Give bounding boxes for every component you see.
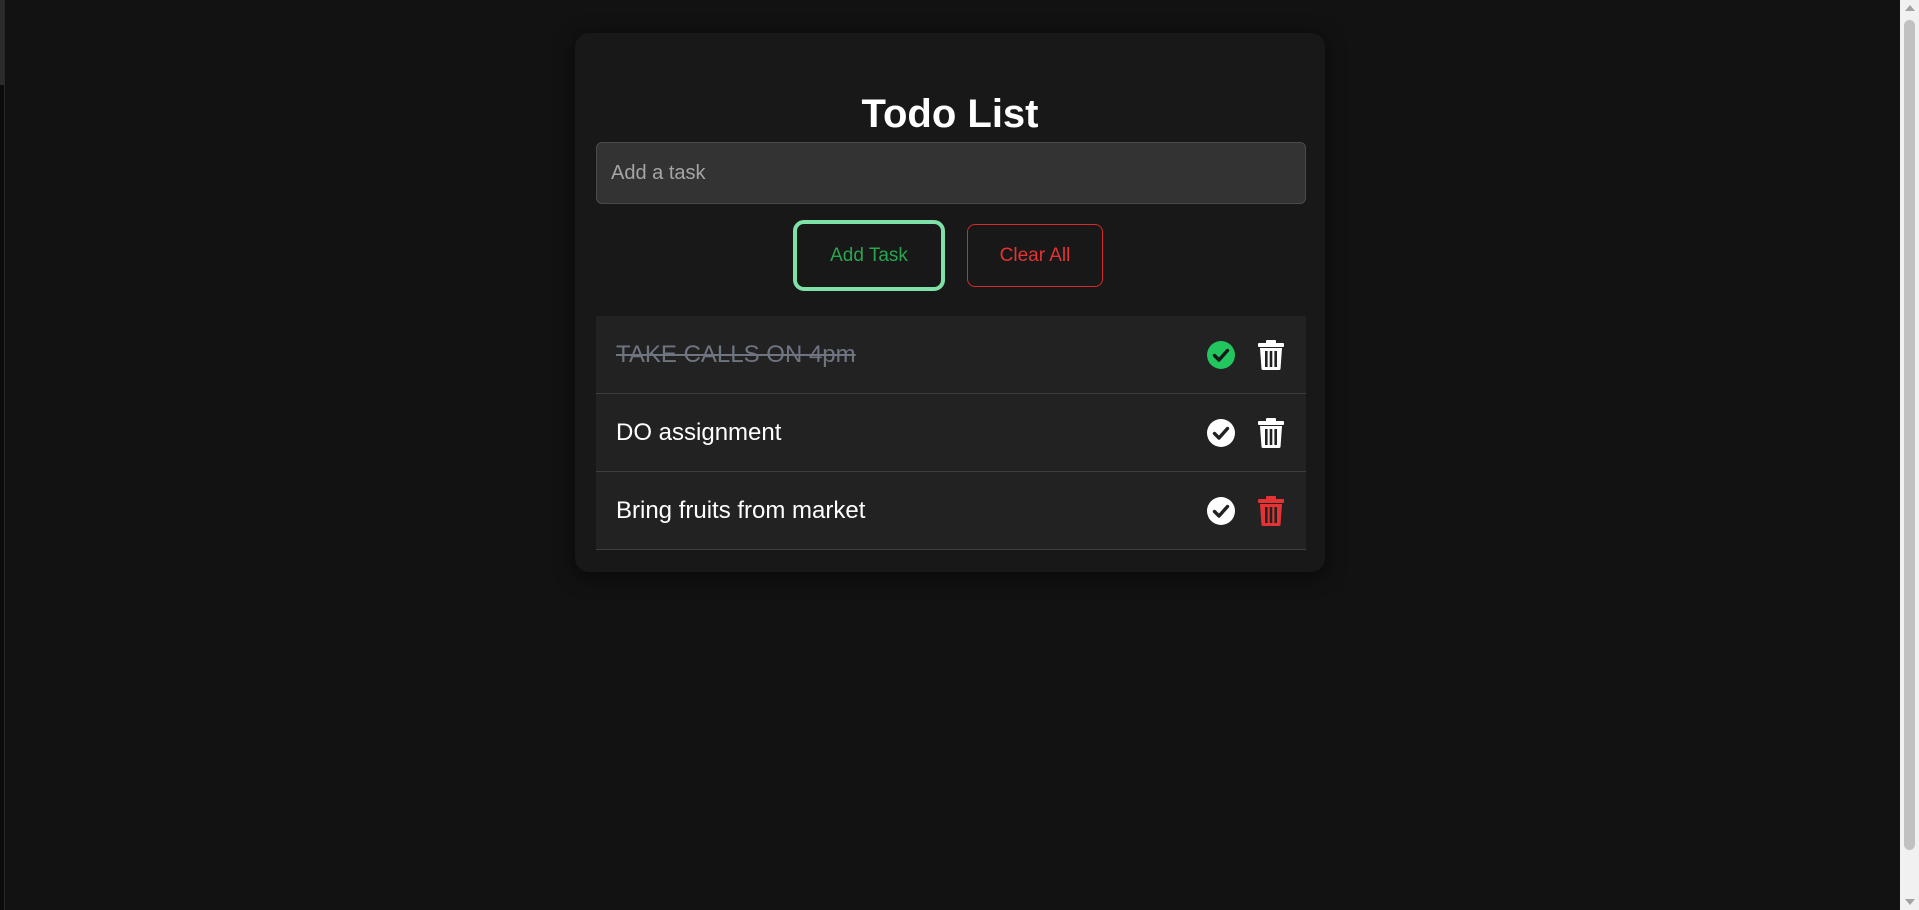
add-task-button[interactable]: Add Task — [793, 220, 945, 291]
task-item: Bring fruits from market — [596, 472, 1306, 550]
trash-icon[interactable] — [1254, 338, 1288, 372]
scroll-down-icon[interactable] — [1905, 899, 1915, 905]
task-list: TAKE CALLS ON 4pm DO assignment Bring fr… — [596, 316, 1306, 550]
page-title: Todo List — [861, 92, 1039, 136]
todo-card: Todo List Add Task Clear All TAKE CALLS … — [575, 33, 1325, 572]
scroll-up-icon[interactable] — [1905, 5, 1915, 11]
clear-all-button[interactable]: Clear All — [967, 224, 1103, 287]
scrollbar-thumb[interactable] — [1904, 20, 1915, 850]
task-text: Bring fruits from market — [616, 497, 866, 524]
trash-icon[interactable] — [1254, 494, 1288, 528]
check-circle-icon[interactable] — [1204, 494, 1238, 528]
task-item: DO assignment — [596, 394, 1306, 472]
vertical-scrollbar[interactable] — [1900, 0, 1919, 910]
task-text: DO assignment — [616, 419, 782, 446]
task-input[interactable] — [596, 142, 1306, 204]
task-item: TAKE CALLS ON 4pm — [596, 316, 1306, 394]
window-edge — [0, 0, 5, 910]
check-circle-icon[interactable] — [1204, 338, 1238, 372]
task-text: TAKE CALLS ON 4pm — [616, 341, 856, 368]
check-circle-icon[interactable] — [1204, 416, 1238, 450]
page-viewport: Todo List Add Task Clear All TAKE CALLS … — [0, 0, 1900, 910]
trash-icon[interactable] — [1254, 416, 1288, 450]
